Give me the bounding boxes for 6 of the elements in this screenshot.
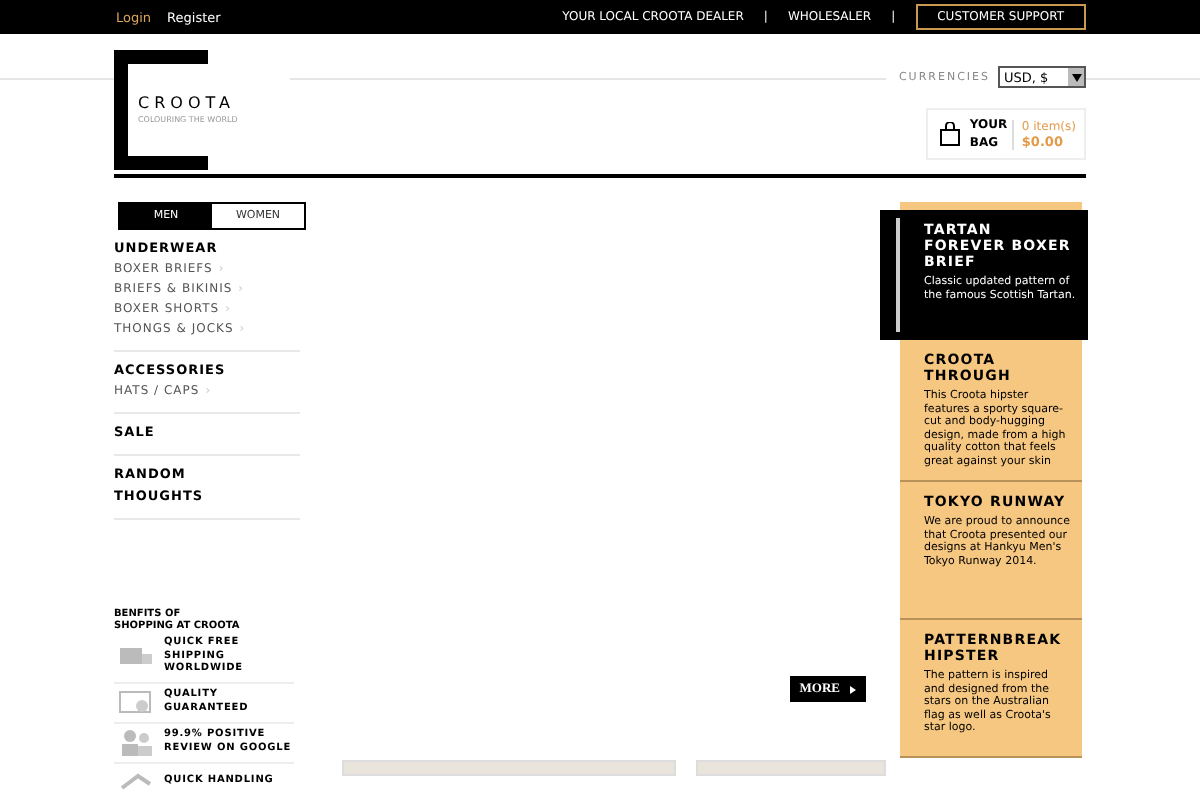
triangle-icon (850, 685, 856, 693)
certificate-icon (118, 687, 154, 715)
people-icon (118, 727, 154, 755)
shopping-bag-icon (939, 122, 960, 146)
logo-name: CROOTA (138, 94, 237, 114)
dropdown-arrow-icon (1068, 68, 1084, 86)
